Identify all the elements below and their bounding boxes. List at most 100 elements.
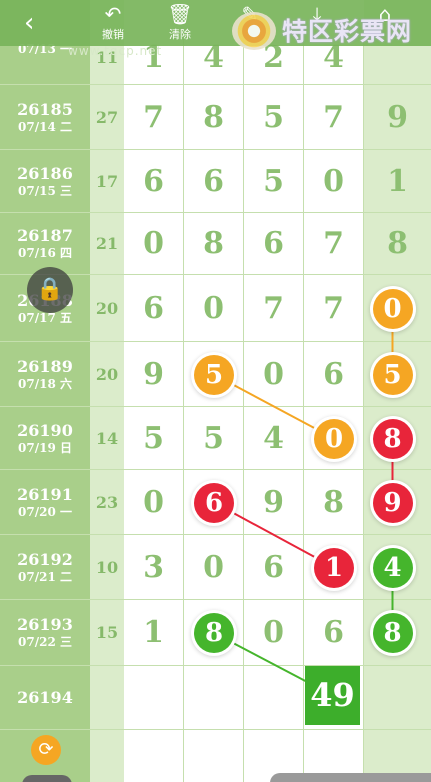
digit-cell[interactable]: 5 <box>244 85 304 150</box>
digit-cell[interactable]: 1 <box>124 600 184 666</box>
digit-cell[interactable]: 7 <box>304 275 364 342</box>
sum-cell: 14 <box>90 407 124 470</box>
sum-cell: 20 <box>90 275 124 342</box>
tail-cell[interactable]: 1 <box>364 150 431 213</box>
issue-cell: 26194 <box>0 666 90 730</box>
issue-number: 26186 <box>17 163 73 183</box>
issue-number: 26191 <box>17 484 73 504</box>
issue-number: 26192 <box>17 549 73 569</box>
highlight-ball[interactable]: 6 <box>194 482 234 523</box>
digit-cell[interactable]: 7 <box>304 85 364 150</box>
digit-cell[interactable]: 7 <box>124 85 184 150</box>
issue-date: 07/19 日 <box>18 440 72 455</box>
issue-cell: 26185 07/14 二 <box>0 85 90 150</box>
clear-button[interactable]: 🗑 清除 <box>155 2 205 42</box>
digit-cell[interactable] <box>244 666 304 730</box>
highlight-ball[interactable]: 8 <box>194 613 234 653</box>
tail-cell[interactable]: 9 <box>364 85 431 150</box>
digit-cell[interactable]: 0 <box>244 342 304 407</box>
logo-text: 特区彩票网 <box>282 17 413 46</box>
digit-cell[interactable]: 8 <box>184 213 244 275</box>
highlight-ball[interactable]: 5 <box>194 354 234 395</box>
sum-cell: 17 <box>90 150 124 213</box>
undo-label: 撤销 <box>102 28 124 41</box>
issue-cell: 26190 07/19 日 <box>0 407 90 470</box>
prediction-box[interactable]: 49 <box>305 666 360 725</box>
highlight-ball[interactable]: 4 <box>372 547 413 588</box>
issue-cell: 26192 07/21 二 <box>0 535 90 600</box>
refresh-icon: ⟳ <box>38 739 54 760</box>
trash-icon: 🗑 <box>167 2 193 26</box>
digit-cell[interactable]: 8 <box>184 85 244 150</box>
tail-cell[interactable]: 8 <box>364 213 431 275</box>
highlight-ball[interactable]: 0 <box>372 288 413 329</box>
issue-cell: 26189 07/18 六 <box>0 342 90 407</box>
digit-cell[interactable]: 8 <box>304 470 364 535</box>
digit-cell[interactable]: 6 <box>124 275 184 342</box>
digit-cell[interactable]: 6 <box>304 600 364 666</box>
digit-cell[interactable] <box>124 730 184 782</box>
table-row: 26187 07/16 四 21 0 8 6 7 8 <box>0 213 431 275</box>
highlight-ball[interactable]: 8 <box>372 613 413 653</box>
lock-button[interactable]: 🔒 <box>27 267 73 313</box>
table-row: 26186 07/15 三 17 6 6 5 0 1 <box>0 150 431 213</box>
tail-cell[interactable] <box>364 666 431 730</box>
clear-label: 清除 <box>169 28 191 41</box>
digit-cell[interactable]: 0 <box>124 470 184 535</box>
digit-cell[interactable]: 5 <box>244 150 304 213</box>
sum-cell: 20 <box>90 342 124 407</box>
digit-cell[interactable]: 6 <box>244 213 304 275</box>
digit-cell[interactable] <box>184 666 244 730</box>
bottom-handle <box>22 775 72 782</box>
issue-date: 07/15 三 <box>18 183 72 198</box>
digit-cell[interactable]: 0 <box>184 275 244 342</box>
digit-cell[interactable] <box>124 666 184 730</box>
digit-cell[interactable]: 0 <box>124 213 184 275</box>
issue-cell: 26186 07/15 三 <box>0 150 90 213</box>
table-row: 2619207/21 二1030614 <box>0 535 431 600</box>
issue-number: 26190 <box>17 420 73 440</box>
issue-number: 26194 <box>17 688 73 707</box>
back-chevron-icon[interactable]: ‹ <box>24 8 34 38</box>
issue-cell: 26193 07/22 三 <box>0 600 90 666</box>
sum-cell <box>90 666 124 730</box>
issue-cell: 26191 07/20 一 <box>0 470 90 535</box>
issue-number: 26189 <box>17 356 73 376</box>
digit-cell[interactable]: 9 <box>244 470 304 535</box>
top-toolbar: ‹ ↶ 撤销 🗑 清除 ✎ ⤓ ⌂ 特区彩票网 <box>0 0 431 50</box>
refresh-button[interactable]: ⟳ <box>31 735 61 765</box>
digit-cell[interactable] <box>184 730 244 782</box>
digit-cell[interactable]: 0 <box>184 535 244 600</box>
issue-number: 26193 <box>17 615 73 634</box>
digit-cell[interactable]: 9 <box>124 342 184 407</box>
issue-date: 07/14 二 <box>18 119 72 134</box>
digit-cell[interactable]: 4 <box>244 407 304 470</box>
site-logo: 特区彩票网 <box>232 6 431 50</box>
digit-cell[interactable]: 6 <box>304 342 364 407</box>
digit-cell[interactable]: 6 <box>124 150 184 213</box>
sum-cell: 27 <box>90 85 124 150</box>
digit-cell[interactable]: 5 <box>124 407 184 470</box>
bottom-bar <box>270 773 431 782</box>
highlight-ball[interactable]: 9 <box>372 482 413 523</box>
digit-cell[interactable]: 6 <box>244 535 304 600</box>
issue-date: 07/20 一 <box>18 504 72 519</box>
digit-cell[interactable]: 0 <box>244 600 304 666</box>
digit-cell[interactable]: 7 <box>244 275 304 342</box>
digit-cell[interactable]: 7 <box>304 213 364 275</box>
undo-button[interactable]: ↶ 撤销 <box>88 2 138 42</box>
digit-cell[interactable]: 5 <box>184 407 244 470</box>
highlight-ball[interactable]: 8 <box>372 418 413 459</box>
highlight-ball[interactable]: 1 <box>314 547 354 588</box>
issue-date: 07/18 六 <box>18 376 72 391</box>
digit-cell[interactable]: 0 <box>304 150 364 213</box>
table-row: 2619007/19 日1455408 <box>0 407 431 470</box>
table-row: 26185 07/14 二 27 7 8 5 7 9 <box>0 85 431 150</box>
highlight-ball[interactable]: 5 <box>372 354 413 395</box>
issue-cell: 26187 07/16 四 <box>0 213 90 275</box>
digit-cell[interactable]: 3 <box>124 535 184 600</box>
highlight-ball[interactable]: 0 <box>314 418 354 459</box>
sum-cell: 21 <box>90 213 124 275</box>
issue-date: 07/22 三 <box>18 635 72 649</box>
digit-cell[interactable]: 6 <box>184 150 244 213</box>
